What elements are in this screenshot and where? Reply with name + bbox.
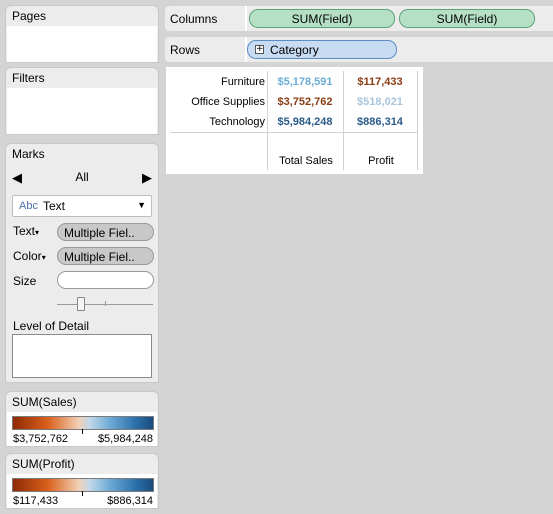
- cell-furniture-profit[interactable]: $117,433: [346, 76, 414, 88]
- columns-shelf[interactable]: Columns SUM(Field) SUM(Field): [165, 6, 553, 31]
- viz-text-table: Furniture Office Supplies Technology $5,…: [166, 67, 423, 174]
- next-arrow-icon[interactable]: ▶: [142, 170, 152, 186]
- cell-technology-sales[interactable]: $5,984,248: [271, 116, 339, 128]
- sales-legend-min: $3,752,762: [13, 433, 69, 445]
- pages-title: Pages: [12, 9, 47, 23]
- mark-type-dropdown[interactable]: Abc Text ▼: [12, 195, 152, 217]
- columns-shelf-separator: [245, 6, 247, 31]
- level-of-detail-label: Level of Detail: [13, 319, 90, 333]
- pages-drop-area[interactable]: [7, 26, 157, 62]
- text-encoding-label: Text: [13, 224, 36, 238]
- filters-card: Filters: [5, 67, 159, 135]
- marks-all-label: All: [75, 170, 89, 184]
- grid-line: [170, 132, 418, 133]
- profit-legend-min: $117,433: [13, 495, 59, 507]
- row-header-office-supplies[interactable]: Office Supplies: [191, 96, 265, 108]
- col-header-total-sales[interactable]: Total Sales: [269, 155, 343, 167]
- expand-icon[interactable]: +: [255, 45, 264, 54]
- sales-legend-title[interactable]: SUM(Sales): [6, 392, 158, 412]
- color-encoding-pill[interactable]: Multiple Fiel..: [57, 247, 154, 265]
- text-encoding-button[interactable]: Text▾: [13, 224, 39, 238]
- size-slider-thumb[interactable]: [77, 297, 85, 311]
- cell-furniture-sales[interactable]: $5,178,591: [271, 76, 339, 88]
- columns-pill-sum-field-2[interactable]: SUM(Field): [399, 9, 535, 28]
- profit-color-ramp: [12, 478, 154, 492]
- profit-legend-card: SUM(Profit) $117,433 $886,314: [5, 453, 159, 509]
- size-encoding-label: Size: [13, 274, 37, 288]
- filters-drop-area[interactable]: [7, 88, 157, 134]
- color-encoding-button[interactable]: Color▾: [13, 249, 46, 263]
- filters-title: Filters: [12, 71, 45, 85]
- row-header-technology[interactable]: Technology: [209, 116, 265, 128]
- sales-legend-max: $5,984,248: [97, 433, 153, 445]
- marks-card: Marks ◀ All ▶ Abc Text ▼ Text▾ Multiple …: [5, 143, 159, 383]
- marks-title: Marks: [12, 147, 45, 161]
- size-encoding-button[interactable]: Size: [13, 274, 36, 288]
- cell-office-supplies-sales[interactable]: $3,752,762: [271, 96, 339, 108]
- grid-line: [267, 71, 268, 170]
- rows-pill-category[interactable]: + Category: [247, 40, 397, 59]
- sales-color-ramp: [12, 416, 154, 430]
- col-header-profit[interactable]: Profit: [344, 155, 418, 167]
- color-caret-icon: ▾: [41, 253, 46, 262]
- row-header-furniture[interactable]: Furniture: [221, 76, 265, 88]
- abc-icon: Abc: [19, 200, 38, 212]
- profit-legend-max: $886,314: [107, 495, 153, 507]
- size-encoding-pill[interactable]: [57, 271, 154, 289]
- text-encoding-pill[interactable]: Multiple Fiel..: [57, 223, 154, 241]
- columns-pill-sum-field-1[interactable]: SUM(Field): [249, 9, 395, 28]
- sales-legend-card: SUM(Sales) $3,752,762 $5,984,248: [5, 391, 159, 447]
- dropdown-arrow-icon: ▼: [137, 200, 146, 210]
- rows-shelf-label: Rows: [170, 43, 201, 57]
- rows-pill-label: Category: [270, 43, 319, 57]
- marks-nav: ◀ All ▶: [12, 170, 152, 188]
- pages-card: Pages: [5, 5, 159, 63]
- profit-legend-title[interactable]: SUM(Profit): [6, 454, 158, 474]
- mark-type-value: Text: [43, 199, 66, 213]
- level-of-detail-drop-area[interactable]: [12, 334, 152, 378]
- color-encoding-label: Color: [13, 249, 42, 263]
- size-slider-tick: [105, 301, 106, 306]
- profit-ramp-midpoint: [82, 491, 83, 496]
- cell-technology-profit[interactable]: $886,314: [346, 116, 414, 128]
- sales-ramp-midpoint: [82, 429, 83, 434]
- cell-office-supplies-profit[interactable]: $518,021: [346, 96, 414, 108]
- text-caret-icon: ▾: [35, 228, 40, 237]
- columns-shelf-label: Columns: [170, 12, 218, 26]
- rows-shelf[interactable]: Rows + Category: [165, 37, 553, 62]
